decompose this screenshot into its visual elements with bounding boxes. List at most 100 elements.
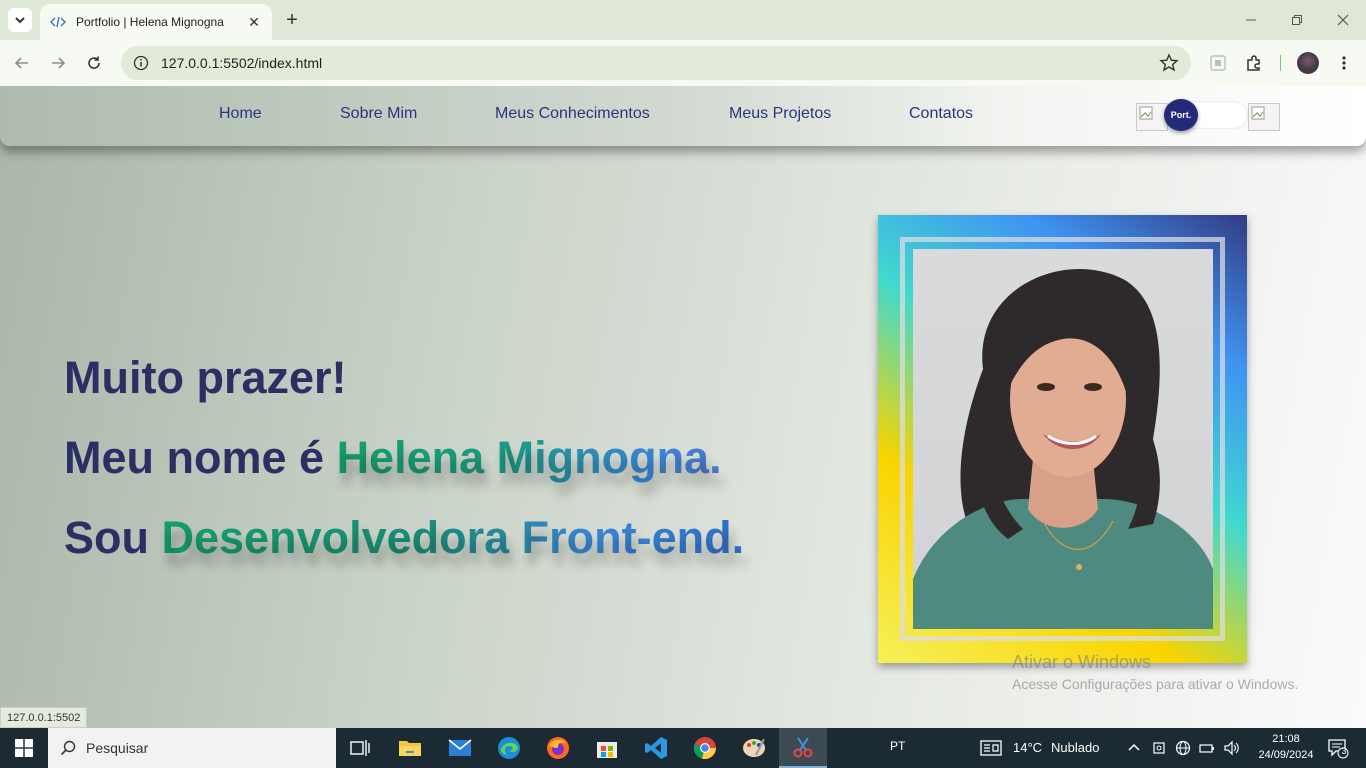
paint-app[interactable] <box>730 728 778 768</box>
plug-icon <box>1199 744 1214 753</box>
nav-contatos[interactable]: Contatos <box>909 105 973 123</box>
extensions-menu-button[interactable] <box>1242 51 1266 75</box>
mail-app[interactable] <box>436 728 484 768</box>
mail-icon <box>448 739 472 756</box>
chevron-up-icon <box>1128 743 1140 751</box>
hero-name-highlight: Helena Mignogna. <box>336 432 722 483</box>
profile-avatar-button[interactable] <box>1296 51 1320 75</box>
star-icon[interactable] <box>1159 53 1179 73</box>
vscode-app[interactable] <box>632 728 680 768</box>
task-view-icon <box>350 740 370 756</box>
input-language[interactable]: PT <box>890 739 905 753</box>
restore-icon <box>1292 15 1302 25</box>
browser-tabstrip: Portfolio | Helena Mignogna ✕ + <box>0 0 1366 40</box>
folder-icon <box>399 741 421 756</box>
arrow-right-icon <box>52 57 66 69</box>
nav-sobre-mim[interactable]: Sobre Mim <box>340 105 417 123</box>
hero-role-prefix: Sou <box>64 512 162 563</box>
minimize-button[interactable] <box>1228 0 1274 40</box>
snipping-tool-app[interactable] <box>779 728 827 768</box>
close-window-button[interactable] <box>1320 0 1366 40</box>
profile-photo <box>913 249 1213 629</box>
start-button[interactable] <box>0 728 48 768</box>
vscode-icon <box>645 737 667 759</box>
task-view-button[interactable] <box>336 728 384 768</box>
broken-image-icon <box>1251 106 1265 120</box>
globe-icon <box>1175 740 1191 756</box>
weather-widget[interactable] <box>974 728 1008 768</box>
close-icon <box>1337 14 1349 26</box>
firefox-icon <box>547 737 569 759</box>
arrow-left-icon <box>14 57 28 69</box>
taskbar-search-placeholder: Pesquisar <box>86 740 149 756</box>
scissors-icon <box>793 737 813 758</box>
tray-battery-button[interactable] <box>1196 728 1218 768</box>
new-tab-button[interactable]: + <box>282 9 302 31</box>
toolbar-divider <box>1280 55 1281 71</box>
browser-toolbar: 127.0.0.1:5502/index.html <box>0 40 1366 86</box>
weather-temperature[interactable]: 14°C <box>1013 740 1042 755</box>
forward-button[interactable] <box>46 51 70 75</box>
notification-center-button[interactable]: 3 <box>1318 728 1358 768</box>
minimize-icon <box>1246 19 1256 21</box>
avatar <box>1297 52 1319 74</box>
hero-greeting: Muito prazer! <box>64 352 347 403</box>
address-bar[interactable]: 127.0.0.1:5502/index.html <box>121 46 1191 80</box>
site-navbar: Home Sobre Mim Meus Conhecimentos Meus P… <box>0 86 1366 146</box>
extension-grid-icon <box>1210 55 1226 71</box>
nav-meus-conhecimentos[interactable]: Meus Conhecimentos <box>495 105 650 123</box>
search-icon <box>60 740 76 756</box>
chevron-down-icon <box>15 17 25 24</box>
edge-icon <box>498 737 520 759</box>
windows-activation-title: Ativar o Windows <box>1012 652 1152 672</box>
flag-image-right[interactable] <box>1248 103 1280 131</box>
microsoft-store-app[interactable] <box>583 728 631 768</box>
broken-image-icon <box>1139 106 1153 120</box>
notification-count-badge: 3 <box>1341 746 1347 756</box>
store-icon <box>597 742 617 758</box>
clock-time: 21:08 <box>1272 733 1300 745</box>
language-switch-knob[interactable]: Port. <box>1164 99 1198 131</box>
firefox-app[interactable] <box>534 728 582 768</box>
browser-tab[interactable]: Portfolio | Helena Mignogna ✕ <box>40 4 272 40</box>
clock-date: 24/09/2024 <box>1258 749 1314 761</box>
extension-button[interactable] <box>1206 51 1230 75</box>
nav-home[interactable]: Home <box>219 105 262 123</box>
windows-taskbar: Pesquisar PT 14°C Nublado 21:08 24/09/20… <box>0 728 1366 768</box>
weather-description[interactable]: Nublado <box>1051 740 1099 755</box>
page-viewport: Home Sobre Mim Meus Conhecimentos Meus P… <box>0 86 1366 728</box>
profile-photo-frame <box>878 215 1247 663</box>
browser-menu-button[interactable] <box>1332 51 1356 75</box>
file-explorer-app[interactable] <box>386 728 434 768</box>
tray-volume-button[interactable] <box>1220 728 1242 768</box>
tab-search-button[interactable] <box>8 8 32 32</box>
puzzle-icon <box>1247 55 1260 71</box>
windows-logo-icon <box>15 739 33 757</box>
more-vertical-icon <box>1342 56 1346 70</box>
back-button[interactable] <box>10 51 34 75</box>
info-icon[interactable] <box>133 55 149 71</box>
windows-activation-subtitle: Acesse Configurações para ativar o Windo… <box>1012 676 1299 692</box>
reload-button[interactable] <box>82 51 106 75</box>
tray-network-button[interactable] <box>1172 728 1194 768</box>
tray-overflow-button[interactable] <box>1124 728 1144 768</box>
hero-name-line: Meu nome é Helena Mignogna. <box>64 432 722 484</box>
tab-title: Portfolio | Helena Mignogna <box>76 15 224 29</box>
portrait-illustration <box>913 269 1213 629</box>
language-switch[interactable]: Port. <box>1164 99 1248 131</box>
chrome-icon <box>693 737 716 760</box>
code-icon <box>50 16 66 28</box>
tab-close-icon[interactable]: ✕ <box>246 14 262 30</box>
address-url[interactable]: 127.0.0.1:5502/index.html <box>161 55 1159 71</box>
chrome-app[interactable] <box>681 728 729 768</box>
device-icon <box>1153 742 1165 754</box>
restore-button[interactable] <box>1274 0 1320 40</box>
nav-meus-projetos[interactable]: Meus Projetos <box>729 105 831 123</box>
taskbar-clock[interactable]: 21:08 24/09/2024 <box>1258 731 1314 763</box>
palette-icon <box>743 738 765 757</box>
reload-icon <box>88 56 100 69</box>
taskbar-search[interactable]: Pesquisar <box>48 728 336 768</box>
edge-app[interactable] <box>485 728 533 768</box>
tray-device-button[interactable] <box>1148 728 1170 768</box>
hero-name-prefix: Meu nome é <box>64 432 337 483</box>
